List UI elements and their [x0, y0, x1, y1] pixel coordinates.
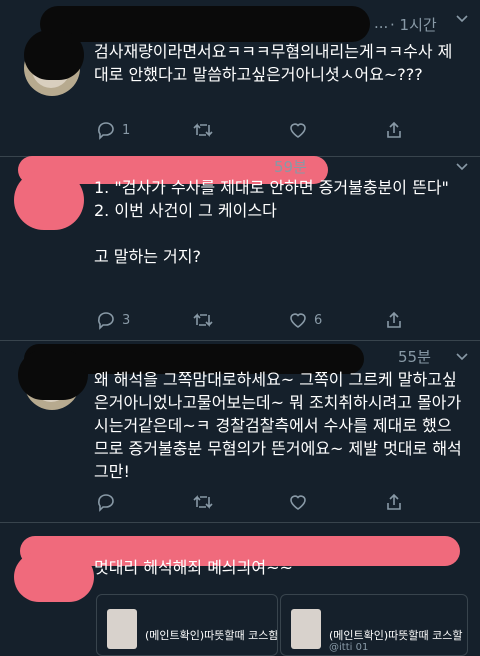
share-button[interactable]	[384, 120, 404, 140]
like-count: 6	[314, 312, 323, 328]
card-title: (메인트확인)따뜻할때 코스할 니티	[329, 629, 467, 642]
reply-count: 1	[122, 122, 131, 138]
redaction-mark	[18, 350, 88, 400]
like-button[interactable]	[288, 120, 308, 140]
reply-icon	[98, 122, 114, 140]
tweet-2[interactable]: 59분 1. "검사가 수사를 제대로 안하면 증거불충분이 뜬다" 2. 이번…	[0, 156, 480, 340]
redaction-mark	[24, 30, 84, 80]
share-button[interactable]	[384, 310, 404, 330]
tweet-actions: 3 6	[96, 310, 401, 334]
card-thumbnail	[107, 609, 137, 649]
share-button[interactable]	[384, 492, 404, 512]
reply-count: 3	[122, 312, 131, 328]
tweet-text: 1. "검사가 수사를 제대로 안하면 증거불충분이 뜬다" 2. 이번 사건이…	[94, 178, 449, 266]
tweet-3[interactable]: 55분 왜 해석을 그쪽맘대로하세요~ 그쪽이 그르케 말하고싶은거아니었나고물…	[0, 340, 480, 522]
reply-button[interactable]: 3	[96, 310, 130, 330]
tweet-time: · 1시간	[390, 16, 437, 34]
redaction-mark	[40, 6, 370, 42]
tweet-text: 멋대리 헤석해죄 몌싀긔여~~	[94, 558, 293, 577]
share-icon	[387, 311, 401, 328]
share-icon	[387, 121, 401, 138]
card-subtitle: @itti 01	[329, 642, 369, 653]
like-button[interactable]	[288, 492, 308, 512]
tweet-text: 왜 해석을 그쪽맘대로하세요~ 그쪽이 그르케 말하고싶은거아니었나고물어보는데…	[94, 370, 462, 481]
heart-icon	[290, 495, 306, 510]
reply-icon	[98, 494, 114, 512]
redaction-mark	[14, 552, 94, 602]
link-card[interactable]: (메인트확인)따뜻할때 코스함	[96, 594, 278, 656]
card-thumbnail	[291, 609, 321, 649]
retweet-button[interactable]	[192, 492, 214, 512]
heart-icon	[290, 123, 306, 138]
retweet-icon	[193, 495, 213, 509]
chevron-down-icon[interactable]	[454, 348, 470, 368]
tweet-time: 55분	[398, 348, 431, 366]
link-previews: (메인트확인)따뜻할때 코스함 (메인트확인)따뜻할때 코스할 니티 @itti…	[96, 594, 468, 656]
retweet-button[interactable]	[192, 310, 214, 330]
tweet-1[interactable]: ... · 1시간 검사재량이라면서요ㅋㅋㅋ무혐의내리는게ㅋㅋ수사 제대로 안했…	[0, 0, 480, 156]
tweet-actions: 1	[96, 120, 401, 144]
more-dots: ...	[374, 14, 389, 32]
chevron-down-icon[interactable]	[454, 158, 470, 178]
share-icon	[387, 493, 401, 510]
retweet-button[interactable]	[192, 120, 214, 140]
link-card[interactable]: (메인트확인)따뜻할때 코스할 니티 @itti 01	[280, 594, 468, 656]
tweet-text: 검사재량이라면서요ㅋㅋㅋ무혐의내리는게ㅋㅋ수사 제대로 안했다고 말씀하고싶은거…	[94, 42, 453, 84]
reply-button[interactable]	[96, 492, 116, 512]
tweet-time: 59분	[274, 158, 307, 176]
reply-button[interactable]: 1	[96, 120, 130, 140]
chevron-down-icon[interactable]	[454, 10, 470, 30]
retweet-icon	[193, 123, 213, 137]
card-title: (메인트확인)따뜻할때 코스함	[145, 629, 278, 642]
tweet-actions	[96, 492, 401, 516]
reply-icon	[98, 312, 114, 330]
like-button[interactable]: 6	[288, 310, 322, 330]
redaction-mark	[14, 170, 84, 230]
heart-icon	[290, 313, 306, 328]
retweet-icon	[193, 313, 213, 327]
